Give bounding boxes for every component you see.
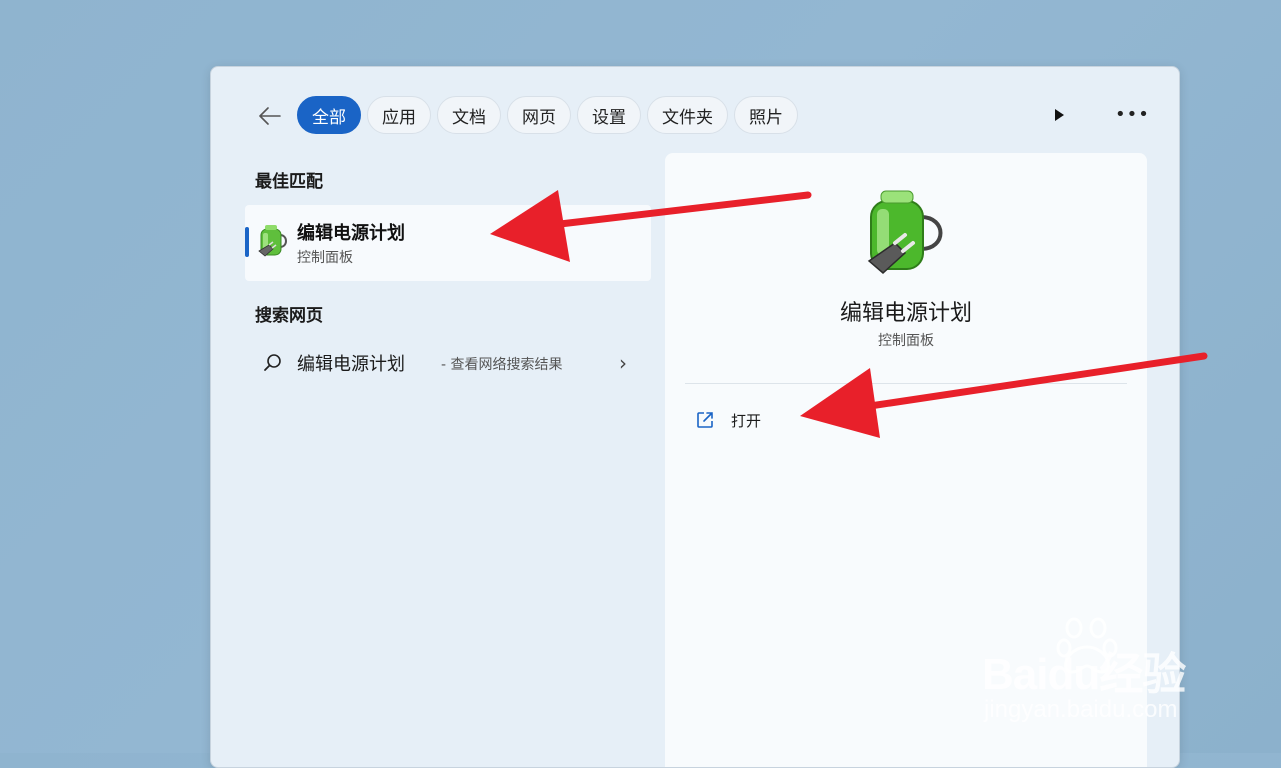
watermark-url: jingyan.baidu.com [984, 696, 1178, 723]
red-arrow-1 [490, 190, 812, 262]
red-arrow-2 [800, 352, 1208, 438]
baidu-watermark: Baidu经验 jingyan.baidu.com [982, 610, 1222, 730]
watermark-brand: Baidu经验 [982, 650, 1186, 699]
